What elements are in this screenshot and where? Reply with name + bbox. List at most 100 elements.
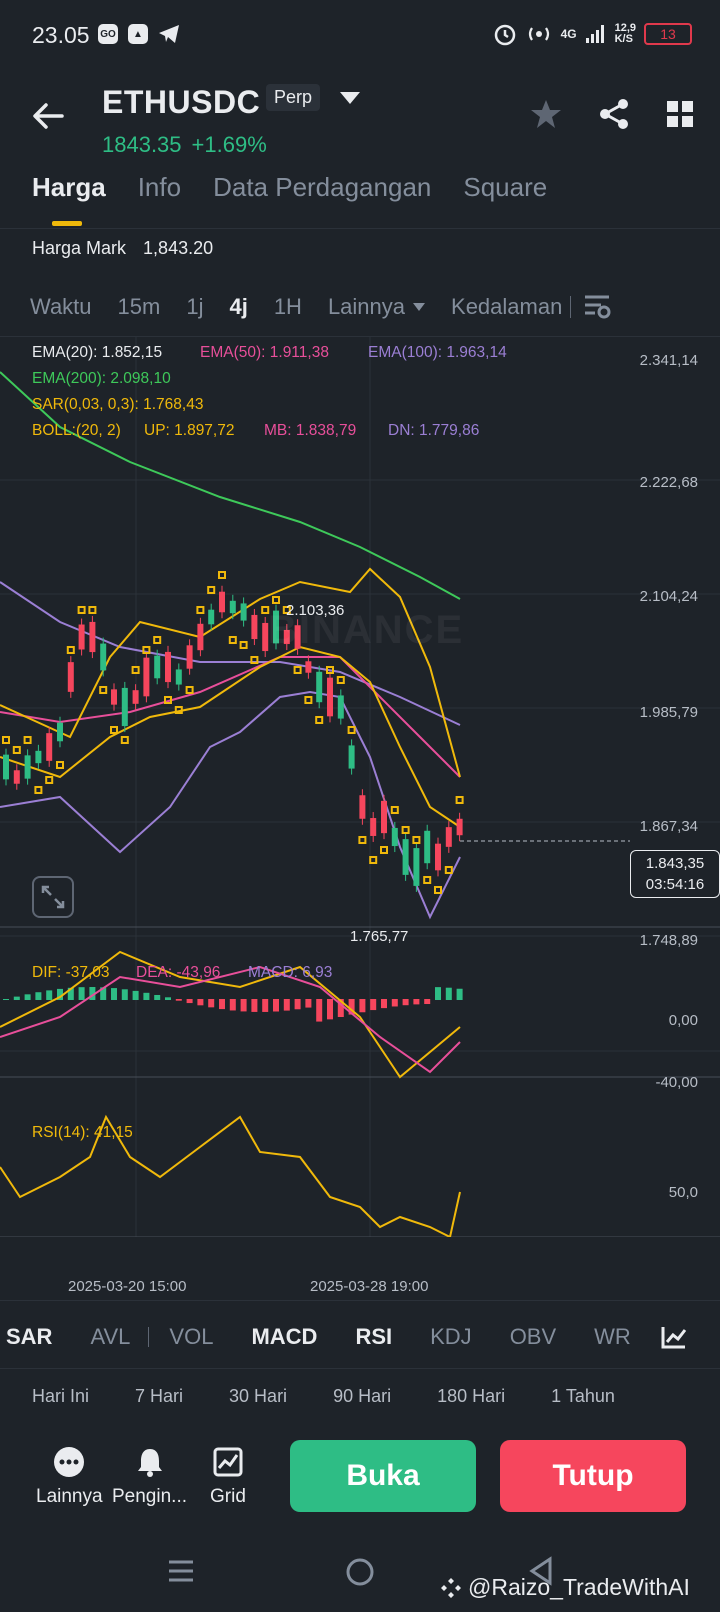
open-position-button[interactable]: Buka [290,1440,476,1512]
indicator-kdj[interactable]: KDJ [430,1324,472,1350]
depth-tab[interactable]: Kedalaman [451,294,562,320]
macd-dea-line [0,965,461,1074]
candle-body [186,645,193,669]
tab-square[interactable]: Square [463,172,547,203]
macd-bar [78,987,85,1000]
tab-data-perdagangan[interactable]: Data Perdagangan [213,172,431,203]
status-bar: 23.05 GO ▲ 4G 12,9 K/S 13 [0,0,720,72]
grid-action[interactable]: Grid [210,1446,246,1508]
macd-bar [121,989,128,1000]
grid-menu-icon[interactable] [666,100,694,128]
candle-body [240,603,247,621]
macd-bar [359,999,366,1013]
home-icon[interactable] [344,1556,376,1588]
indicator-vol[interactable]: VOL [169,1324,213,1350]
more-action[interactable]: Lainnya [36,1446,103,1508]
period-180d[interactable]: 180 Hari [437,1386,505,1407]
macd-bar [305,999,312,1008]
sar-legend: SAR(0,03, 0,3): 1.768,43 [32,396,204,413]
macd-bar [370,999,377,1011]
share-icon[interactable] [598,98,630,130]
tab-harga[interactable]: Harga [32,172,106,203]
candle-body [445,827,452,847]
timeframe-1h[interactable]: 1H [274,294,302,320]
telegram-icon [159,25,179,43]
timeframe-4j[interactable]: 4j [229,294,247,320]
period-30d[interactable]: 30 Hari [229,1386,287,1407]
more-label: Lainnya [36,1486,103,1507]
period-today[interactable]: Hari Ini [32,1386,89,1407]
price-change: +1.69% [191,132,267,157]
macd-bar [35,992,42,1000]
ema50-legend: EMA(50): 1.911,38 [200,344,329,361]
timeframe-1j[interactable]: 1j [186,294,203,320]
candle-body [359,795,366,819]
rsi-axis-label: 50,0 [668,1184,698,1201]
indicator-sar[interactable]: SAR [6,1324,52,1350]
candle-body [435,843,441,871]
sar-dot [2,736,10,744]
fullscreen-button[interactable] [32,876,74,918]
sar-dot [66,646,75,654]
back-arrow-icon[interactable] [28,96,68,136]
star-icon[interactable] [530,98,562,130]
period-1y[interactable]: 1 Tahun [551,1386,615,1407]
sar-dot [34,786,43,794]
sar-dot [412,836,421,844]
sar-dot [304,696,313,704]
candle-body [327,677,333,717]
bell-icon [137,1449,162,1477]
date-axis-label: 2025-03-20 15:00 [68,1278,187,1295]
macd-dif-legend: DIF: -37,03 [32,964,110,981]
grid-label: Grid [210,1486,246,1507]
indicator-rsi[interactable]: RSI [355,1324,392,1350]
timeframe-more[interactable]: Lainnya [328,294,426,320]
price-axis-label: 1.985,79 [639,704,698,721]
candle-body [67,662,74,692]
indicator-settings-icon[interactable] [660,1324,688,1350]
price-chart[interactable] [0,337,720,1237]
macd-bar [294,999,301,1010]
indicator-obv[interactable]: OBV [510,1324,556,1350]
close-position-button[interactable]: Tutup [500,1440,686,1512]
sar-dot [99,686,108,694]
sar-dot [455,796,464,804]
separator [570,296,572,318]
current-price-tag: 1.843,35 03:54:16 [630,850,720,898]
sar-dot [218,571,226,579]
indicator-wr[interactable]: WR [594,1324,631,1350]
price-axis-label: 2.222,68 [639,474,698,491]
macd-bar [175,999,182,1001]
app-icon-gallery: ▲ [128,24,148,44]
candle-body [165,651,171,683]
candle-body [381,800,387,834]
expand-icon [41,885,65,909]
timeframe-bar: Waktu 15m 1j 4j 1H Lainnya Kedalaman [30,294,700,320]
candle-body [251,614,258,640]
pair-dropdown-icon[interactable] [340,92,360,104]
hotspot-icon [528,27,549,41]
alert-action[interactable]: Pengin... [112,1446,187,1508]
macd-bar [46,990,53,1000]
macd-bar [327,999,333,1020]
tabs-divider [0,228,720,229]
period-7d[interactable]: 7 Hari [135,1386,183,1407]
timeframe-waktu[interactable]: Waktu [30,294,92,320]
mark-price-row: Harga Mark 1,843.20 [32,238,225,259]
recent-apps-icon[interactable] [166,1556,196,1586]
indicator-avl[interactable]: AVL [90,1324,130,1350]
chart-settings-icon[interactable] [583,294,611,320]
sar-dot [174,706,183,714]
app-icon-go: GO [98,24,118,44]
candle-body [219,591,225,613]
macd-bar [154,994,161,1000]
sar-dot [88,606,97,614]
macd-bar [413,999,420,1005]
tab-info[interactable]: Info [138,172,181,203]
candle-body [348,745,355,769]
period-90d[interactable]: 90 Hari [333,1386,391,1407]
indicator-macd[interactable]: MACD [251,1324,317,1350]
macd-bar [251,999,258,1012]
pair-title[interactable]: ETHUSDC [102,84,260,121]
timeframe-15m[interactable]: 15m [118,294,161,320]
